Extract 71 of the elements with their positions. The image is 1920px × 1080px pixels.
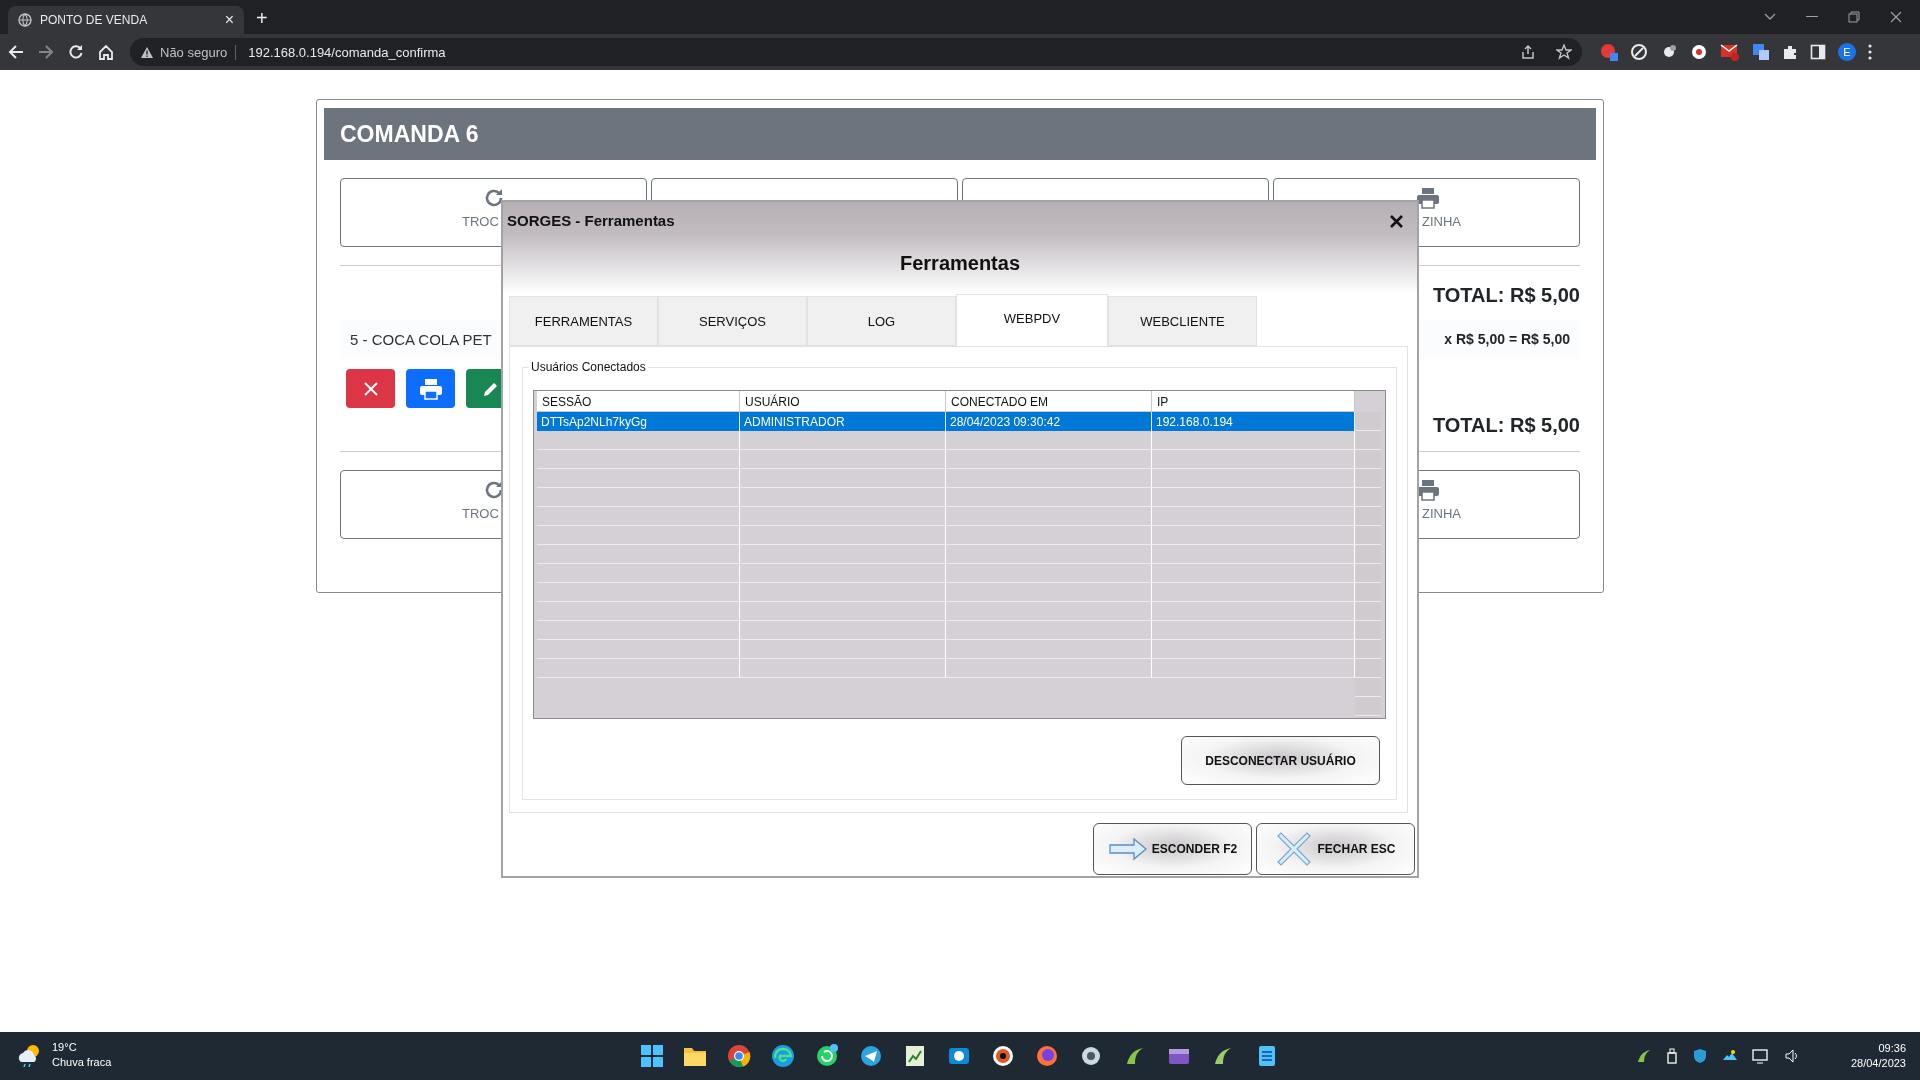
group-label: Usuários Conectados: [529, 360, 648, 374]
translate-icon[interactable]: [1752, 43, 1770, 61]
tab-close-button[interactable]: ×: [224, 11, 234, 29]
app-icon[interactable]: [859, 1044, 883, 1068]
app-icon[interactable]: [815, 1044, 839, 1068]
shield-icon[interactable]: [1692, 1048, 1708, 1064]
column-header: CONECTADO EM: [946, 391, 1152, 412]
app-icon[interactable]: [771, 1044, 795, 1068]
security-label: Não seguro: [160, 44, 237, 60]
extension-icon[interactable]: [1630, 43, 1648, 61]
menu-icon[interactable]: [1868, 44, 1872, 60]
weather-text: Chuva fraca: [52, 1055, 112, 1070]
clock-date[interactable]: 28/04/2023: [1850, 1056, 1906, 1071]
folder-icon[interactable]: [683, 1045, 707, 1067]
temperature-text: 19°C: [52, 1040, 78, 1055]
profile-avatar[interactable]: E: [1838, 43, 1856, 61]
star-icon[interactable]: [1556, 44, 1572, 60]
app-icon[interactable]: [1079, 1044, 1103, 1068]
new-tab-button[interactable]: +: [256, 7, 268, 30]
globe-icon: [18, 13, 32, 27]
side-panel-icon[interactable]: [1810, 44, 1826, 60]
close-button[interactable]: FECHAR ESC: [1256, 823, 1415, 875]
print-button[interactable]: [406, 369, 455, 408]
share-icon[interactable]: [1520, 44, 1536, 60]
delete-button[interactable]: [346, 369, 395, 408]
item-price: x R$ 5,00 = R$ 5,00: [1444, 331, 1570, 347]
warning-icon: [140, 45, 154, 59]
column-header: IP: [1152, 391, 1355, 412]
app-icon[interactable]: [903, 1044, 927, 1068]
table-row[interactable]: DTTsAp2NLh7kyGg ADMINISTRADOR 28/04/2023 09:30:42 192.168.0.194: [537, 412, 1355, 431]
tab[interactable]: LOG: [807, 296, 956, 346]
address-bar[interactable]: Não seguro 192.168.0.194/comanda_confirma: [130, 38, 1582, 66]
network-icon[interactable]: [1752, 1048, 1770, 1064]
usb-icon[interactable]: [1666, 1048, 1678, 1064]
url-text: 192.168.0.194/comanda_confirma: [248, 44, 447, 60]
app-icon[interactable]: [991, 1044, 1015, 1068]
forward-icon[interactable]: [38, 44, 54, 60]
volume-icon[interactable]: [1784, 1048, 1800, 1064]
chevron-down-icon[interactable]: [1764, 13, 1776, 21]
browser-icon[interactable]: [727, 1044, 751, 1068]
close-icon[interactable]: [1890, 11, 1902, 23]
reload-icon[interactable]: [68, 44, 84, 60]
close-icon[interactable]: [1390, 215, 1403, 228]
tab[interactable]: FERRAMENTAS: [509, 296, 658, 346]
close-icon: [363, 381, 378, 396]
browser-tab[interactable]: PONTO DE VENDA ×: [8, 6, 244, 34]
tab[interactable]: SERVIÇOS: [658, 296, 807, 346]
column-header: SESSÃO: [537, 391, 740, 412]
hide-button[interactable]: ESCONDER F2: [1093, 823, 1252, 875]
home-icon[interactable]: [98, 44, 114, 60]
puzzle-icon[interactable]: [1782, 44, 1798, 60]
tab-title: PONTO DE VENDA: [40, 13, 149, 27]
grid-icon[interactable]: [641, 1045, 663, 1067]
refresh-icon: [483, 187, 505, 209]
disconnect-button[interactable]: DESCONECTAR USUÁRIO: [1181, 736, 1380, 785]
total-text: TOTAL: R$ 5,00: [1432, 414, 1580, 436]
total-text: TOTAL: R$ 5,00: [1432, 284, 1580, 306]
extension-icon[interactable]: [1690, 43, 1708, 61]
dialog-heading: Ferramentas: [899, 252, 1021, 274]
page-title: COMANDA 6: [340, 120, 479, 148]
column-header: USUÁRIO: [740, 391, 946, 412]
item-name: 5 - COCA COLA PET: [350, 330, 492, 348]
restore-icon[interactable]: [1848, 11, 1860, 23]
mail-icon[interactable]: [1720, 43, 1740, 61]
clock-time[interactable]: 09:36: [1850, 1041, 1906, 1056]
arrow-icon: [1107, 837, 1148, 861]
tab[interactable]: WEBPDV: [956, 294, 1108, 346]
back-icon[interactable]: [8, 44, 24, 60]
minimize-icon[interactable]: [1806, 16, 1818, 18]
printer-icon: [418, 377, 443, 400]
tab[interactable]: WEBCLIENTE: [1108, 296, 1257, 346]
